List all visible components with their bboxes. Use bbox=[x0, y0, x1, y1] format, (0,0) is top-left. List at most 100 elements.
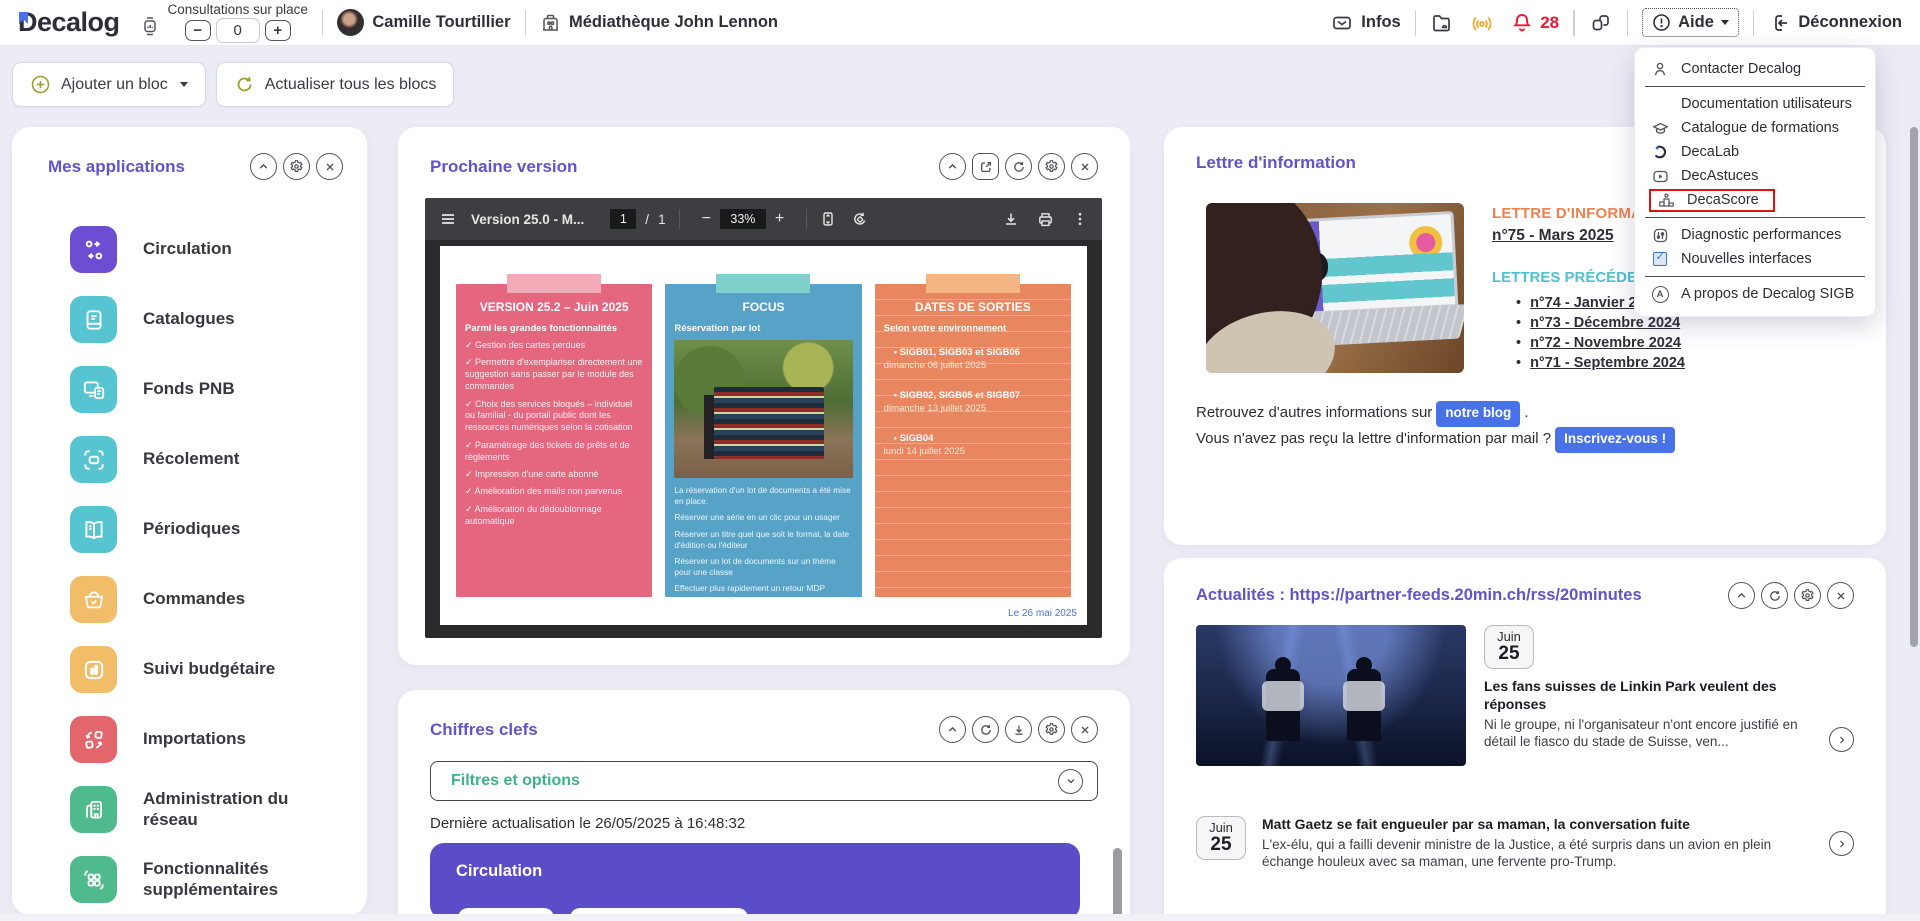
user-widget[interactable]: Camille Tourtillier bbox=[337, 9, 510, 36]
app-item-commandes[interactable]: Commandes bbox=[48, 576, 343, 623]
menu-item-decascore[interactable]: DecaScore bbox=[1635, 188, 1875, 212]
app-item-recolement[interactable]: Récolement bbox=[48, 436, 343, 483]
refresh-icon[interactable] bbox=[972, 716, 999, 743]
pdf-kebab-menu-icon[interactable] bbox=[1072, 211, 1088, 227]
collapse-icon[interactable] bbox=[939, 153, 966, 180]
menu-item-decastuces[interactable]: DecAstuces bbox=[1635, 164, 1875, 188]
gear-icon[interactable] bbox=[1038, 716, 1065, 743]
slide-subtitle: Parmi les grandes fonctionnalités bbox=[465, 323, 643, 334]
gear-icon[interactable] bbox=[283, 153, 310, 180]
app-label: Importations bbox=[143, 729, 246, 749]
pdf-zoom-out-button[interactable]: − bbox=[693, 210, 720, 228]
consultations-minus-button[interactable]: − bbox=[185, 20, 211, 41]
library-building-icon bbox=[540, 12, 561, 33]
menu-item-documentation-utilisateurs[interactable]: Documentation utilisateurs bbox=[1635, 92, 1875, 116]
aide-label: Aide bbox=[1678, 13, 1714, 32]
menu-item-diagnostic-performances[interactable]: Diagnostic performances bbox=[1635, 223, 1875, 247]
pdf-page-input[interactable]: 1 bbox=[610, 209, 636, 229]
books-photo bbox=[674, 340, 852, 478]
pdf-page-total: 1 bbox=[658, 212, 666, 227]
chevron-right-icon[interactable] bbox=[1829, 831, 1854, 856]
app-item-fonctionnalites-supplementaires[interactable]: Fonctionnalités supplémentaires bbox=[48, 856, 343, 903]
previous-letter-link[interactable]: n°73 - Décembre 2024 bbox=[1530, 315, 1680, 331]
menu-divider bbox=[1645, 86, 1865, 87]
documents-folder-icon[interactable] bbox=[1430, 11, 1454, 35]
decalab-flame-icon bbox=[1649, 144, 1671, 160]
feature-item: Impression d'une carte abonné bbox=[465, 469, 643, 481]
collapse-icon[interactable] bbox=[939, 716, 966, 743]
release-date: lundi 14 juillet 2025 bbox=[884, 444, 1062, 459]
collapse-icon[interactable] bbox=[250, 153, 277, 180]
notification-count: 28 bbox=[1540, 13, 1559, 33]
pdf-zoom-level[interactable]: 33% bbox=[720, 209, 766, 229]
app-item-catalogues[interactable]: Catalogues bbox=[48, 296, 343, 343]
deconnexion-button[interactable]: Déconnexion bbox=[1768, 12, 1902, 34]
pdf-viewer: Version 25.0 - M... 1 / 1 − 33% + bbox=[425, 198, 1102, 638]
menu-item-label: A propos de Decalog SIGB bbox=[1681, 286, 1854, 302]
newsletter-current-link[interactable]: n°75 - Mars 2025 bbox=[1492, 227, 1614, 245]
menu-item-nouvelles-interfaces[interactable]: Nouvelles interfaces bbox=[1635, 247, 1875, 271]
block-scrollbar[interactable] bbox=[1113, 848, 1122, 921]
page-scrollbar[interactable] bbox=[1910, 127, 1918, 647]
close-icon[interactable] bbox=[1827, 582, 1854, 609]
app-item-circulation[interactable]: Circulation bbox=[48, 226, 343, 273]
aide-button[interactable]: Aide bbox=[1642, 8, 1739, 37]
close-icon[interactable] bbox=[1071, 716, 1098, 743]
close-icon[interactable] bbox=[1071, 153, 1098, 180]
refresh-icon[interactable] bbox=[1761, 582, 1788, 609]
pdf-download-icon[interactable] bbox=[1003, 211, 1019, 227]
pdf-toolbar-divider bbox=[806, 209, 807, 229]
checkbox-icon bbox=[1649, 252, 1671, 266]
pdf-print-icon[interactable] bbox=[1037, 211, 1054, 228]
broadcast-icon[interactable] bbox=[1470, 11, 1494, 35]
refresh-icon[interactable] bbox=[1005, 153, 1032, 180]
app-item-periodiques[interactable]: Périodiques bbox=[48, 506, 343, 553]
news-item[interactable]: Juin 25 Matt Gaetz se fait engueuler par… bbox=[1196, 816, 1854, 871]
slide-subtitle: Réservation par lot bbox=[674, 323, 852, 334]
pdf-menu-icon[interactable] bbox=[439, 210, 457, 228]
slide-dates: DATES DE SORTIES Selon votre environneme… bbox=[875, 284, 1071, 597]
previous-letter-link[interactable]: n°71 - Septembre 2024 bbox=[1530, 355, 1685, 371]
block-title: Lettre d'information bbox=[1196, 153, 1356, 173]
envelope-icon bbox=[1331, 12, 1353, 34]
consultations-plus-button[interactable]: + bbox=[265, 20, 291, 41]
consultations-counter-input[interactable] bbox=[216, 18, 260, 43]
menu-item-catalogue-de-formations[interactable]: Catalogue de formations bbox=[1635, 116, 1875, 140]
performer-silhouette bbox=[1266, 669, 1300, 741]
decalog-logo[interactable]: Decalog bbox=[18, 7, 120, 38]
open-external-icon[interactable] bbox=[972, 153, 999, 180]
app-item-administration-reseau[interactable]: Administration du réseau bbox=[48, 786, 343, 833]
pdf-fit-page-icon[interactable] bbox=[820, 211, 836, 227]
pdf-rotate-icon[interactable] bbox=[852, 211, 868, 227]
refresh-all-blocks-button[interactable]: Actualiser tous les blocs bbox=[216, 62, 455, 107]
horizontal-scrollbar-track[interactable] bbox=[0, 914, 1920, 921]
app-item-suivi-budgetaire[interactable]: Suivi budgétaire bbox=[48, 646, 343, 693]
collapse-icon[interactable] bbox=[1728, 582, 1755, 609]
gear-icon[interactable] bbox=[1794, 582, 1821, 609]
infos-button[interactable]: Infos bbox=[1331, 12, 1400, 34]
subscribe-button[interactable]: Inscrivez-vous ! bbox=[1555, 427, 1675, 453]
pdf-zoom-in-button[interactable]: + bbox=[766, 210, 793, 228]
notifications-widget[interactable]: 28 bbox=[1510, 11, 1559, 35]
filters-options-accordion[interactable]: Filtres et options bbox=[430, 761, 1098, 801]
add-block-button[interactable]: Ajouter un bloc bbox=[12, 62, 206, 107]
close-icon[interactable] bbox=[316, 153, 343, 180]
download-icon[interactable] bbox=[1005, 716, 1032, 743]
menu-item-a-propos[interactable]: A propos de Decalog SIGB bbox=[1635, 282, 1875, 306]
infos-label: Infos bbox=[1361, 13, 1400, 32]
news-item[interactable]: Juin 25 Les fans suisses de Linkin Park … bbox=[1196, 625, 1854, 766]
podium-icon bbox=[1655, 192, 1677, 209]
app-item-fonds-pnb[interactable]: Fonds PNB bbox=[48, 366, 343, 413]
app-item-importations[interactable]: Importations bbox=[48, 716, 343, 763]
library-widget[interactable]: Médiathèque John Lennon bbox=[540, 12, 778, 33]
menu-item-contacter-decalog[interactable]: Contacter Decalog bbox=[1635, 57, 1875, 81]
chevron-right-icon[interactable] bbox=[1829, 727, 1854, 752]
menu-item-decalab[interactable]: DecaLab bbox=[1635, 140, 1875, 164]
gear-icon[interactable] bbox=[1038, 153, 1065, 180]
grid-modules-icon bbox=[70, 856, 117, 903]
previous-letter-link[interactable]: n°72 - Novembre 2024 bbox=[1530, 335, 1681, 351]
blog-button[interactable]: notre blog bbox=[1436, 401, 1520, 427]
pdf-canvas-area[interactable]: VERSION 25.2 – Juin 2025 Parmi les grand… bbox=[425, 240, 1102, 638]
panel-title: Circulation bbox=[456, 862, 1054, 881]
link-chain-icon[interactable] bbox=[1589, 11, 1613, 35]
